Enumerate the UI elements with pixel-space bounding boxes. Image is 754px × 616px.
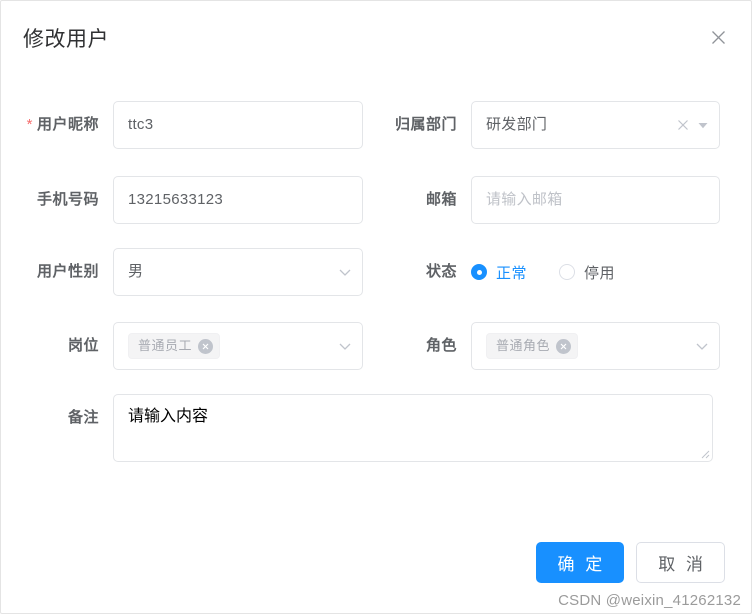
close-small-icon[interactable] [677, 119, 689, 131]
form-row-4: 岗位 普通员工 角色 普通角色 [1, 322, 751, 394]
role-tag: 普通角色 [486, 333, 579, 359]
tag-remove-icon[interactable] [198, 338, 214, 354]
edit-user-dialog: 修改用户 * 用户昵称 ttc3 归属部门 研发部门 手机号码 13215633… [0, 0, 752, 614]
resize-handle[interactable] [698, 447, 710, 459]
department-select[interactable]: 研发部门 [471, 101, 720, 149]
required-asterisk-icon: * [26, 116, 33, 134]
confirm-button[interactable]: 确 定 [535, 542, 625, 583]
form-row-3: 用户性别 男 状态 正常 停用 [1, 248, 751, 320]
gender-select-icons [338, 249, 352, 295]
remark-textarea-placeholder: 请输入内容 [128, 408, 209, 425]
field-status: 状态 正常 停用 [379, 248, 751, 296]
label-department: 归属部门 [394, 116, 457, 133]
label-nickname: * 用户昵称 [1, 101, 113, 149]
label-post: 岗位 [67, 337, 99, 354]
field-role: 角色 普通角色 [379, 322, 751, 370]
email-input-placeholder: 请输入邮箱 [486, 191, 563, 208]
status-radio-group: 正常 停用 [471, 248, 615, 296]
page-title: 修改用户 [23, 28, 109, 51]
phone-input[interactable]: 13215633123 [113, 176, 363, 224]
post-select-icons [338, 323, 352, 369]
gender-select[interactable]: 男 [113, 248, 363, 296]
field-gender: 用户性别 男 [1, 248, 377, 296]
remark-textarea[interactable]: 请输入内容 [113, 394, 713, 462]
role-tag-label: 普通角色 [496, 338, 551, 353]
label-gender: 用户性别 [36, 263, 99, 280]
dialog-header: 修改用户 [1, 1, 751, 79]
department-select-value: 研发部门 [486, 116, 548, 133]
field-remark: 备注 请输入内容 [1, 394, 713, 462]
role-select[interactable]: 普通角色 [471, 322, 720, 370]
gender-select-value: 男 [128, 263, 144, 280]
status-radio-normal-label: 正常 [496, 264, 528, 282]
status-radio-normal[interactable]: 正常 [471, 262, 527, 283]
radio-unselected-icon [559, 264, 576, 280]
radio-selected-icon [471, 264, 487, 280]
label-remark: 备注 [67, 409, 99, 426]
status-radio-disabled-label: 停用 [584, 264, 616, 282]
label-phone: 手机号码 [36, 191, 99, 208]
user-form: * 用户昵称 ttc3 归属部门 研发部门 手机号码 13215633123 邮… [1, 79, 751, 613]
label-role: 角色 [425, 337, 457, 354]
field-post: 岗位 普通员工 [1, 322, 377, 370]
nickname-input-value: ttc3 [128, 116, 154, 133]
post-select[interactable]: 普通员工 [113, 322, 363, 370]
chevron-down-icon[interactable] [695, 339, 709, 353]
label-status: 状态 [425, 263, 457, 280]
caret-down-icon[interactable] [697, 119, 709, 131]
post-tag-label: 普通员工 [138, 338, 193, 353]
chevron-down-icon[interactable] [338, 265, 352, 279]
label-nickname-text: 用户昵称 [36, 115, 99, 133]
email-input[interactable]: 请输入邮箱 [471, 176, 720, 224]
cancel-button[interactable]: 取 消 [636, 542, 725, 583]
field-department: 归属部门 研发部门 [379, 101, 751, 149]
close-icon[interactable] [707, 26, 729, 48]
chevron-down-icon[interactable] [338, 339, 352, 353]
watermark: CSDN @weixin_41262132 [558, 592, 741, 609]
field-nickname: * 用户昵称 ttc3 [1, 101, 377, 149]
form-row-1: * 用户昵称 ttc3 归属部门 研发部门 [1, 101, 751, 173]
post-tag: 普通员工 [128, 333, 221, 359]
phone-input-value: 13215633123 [128, 191, 224, 208]
department-select-icons [677, 102, 709, 148]
role-select-icons [695, 323, 709, 369]
status-radio-disabled[interactable]: 停用 [559, 262, 615, 283]
dialog-footer: 确 定 取 消 [535, 542, 725, 583]
field-email: 邮箱 请输入邮箱 [379, 176, 751, 224]
field-phone: 手机号码 13215633123 [1, 176, 377, 224]
tag-remove-icon[interactable] [556, 338, 572, 354]
form-row-5: 备注 请输入内容 [1, 394, 751, 489]
form-row-2: 手机号码 13215633123 邮箱 请输入邮箱 [1, 176, 751, 248]
nickname-input[interactable]: ttc3 [113, 101, 363, 149]
label-email: 邮箱 [425, 191, 457, 208]
